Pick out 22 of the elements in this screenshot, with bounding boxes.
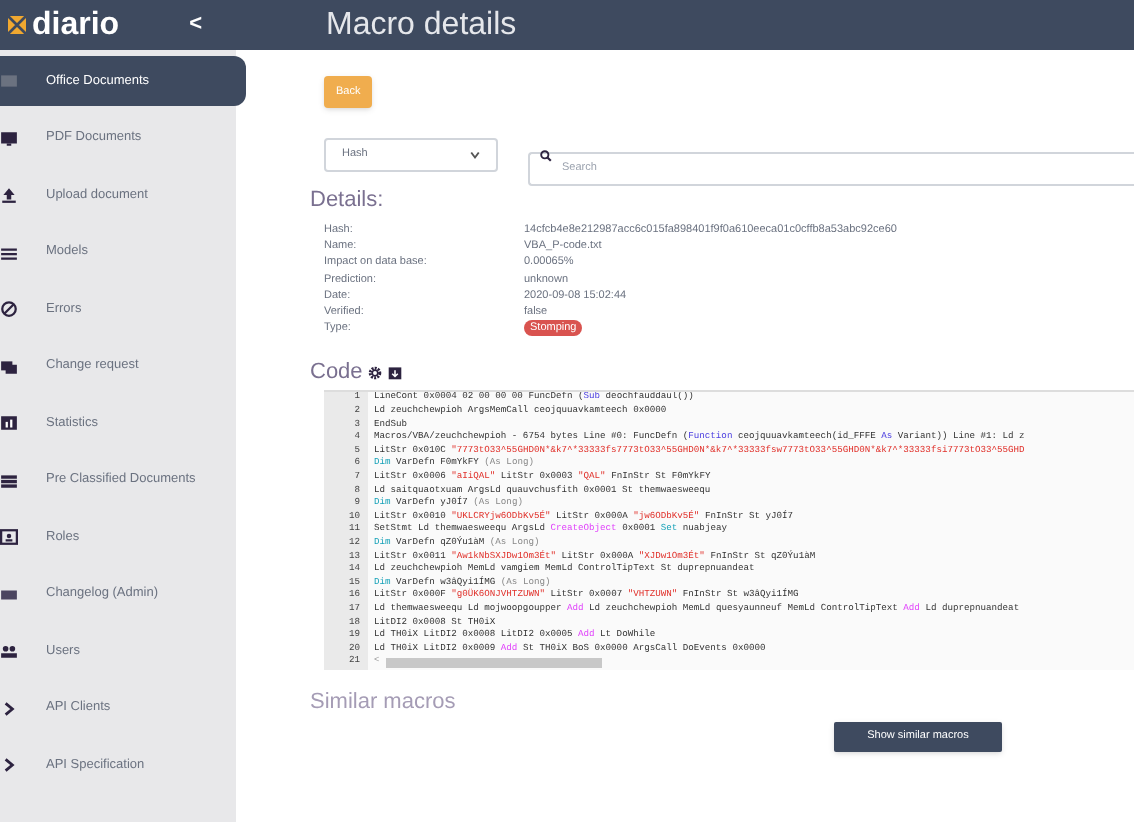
id-card-icon: [0, 528, 18, 546]
section-title: Details:: [310, 186, 386, 214]
collapse-button[interactable]: <: [189, 8, 202, 42]
logo-icon: [8, 16, 26, 34]
chevron-right-icon: [0, 699, 18, 717]
monitor-icon: [0, 129, 18, 147]
logo-text: diario: [32, 9, 120, 41]
chat-icon: [0, 357, 18, 375]
search-icon: [540, 150, 552, 162]
scrollbar-thumb[interactable]: [385, 658, 602, 669]
page-title: Macro details: [324, 6, 517, 46]
caret-icon: [470, 150, 480, 160]
section-title: Similar macros: [310, 689, 458, 716]
settings-icon[interactable]: [368, 365, 383, 380]
menu-icon: [0, 243, 18, 261]
bar-chart-icon: [0, 414, 18, 432]
chevron-right-icon: [0, 756, 18, 774]
section-title: Code: [310, 360, 363, 385]
download-icon[interactable]: [388, 365, 403, 380]
users-icon: [0, 642, 18, 660]
ban-icon: [0, 300, 18, 318]
upload-icon: [0, 186, 18, 204]
